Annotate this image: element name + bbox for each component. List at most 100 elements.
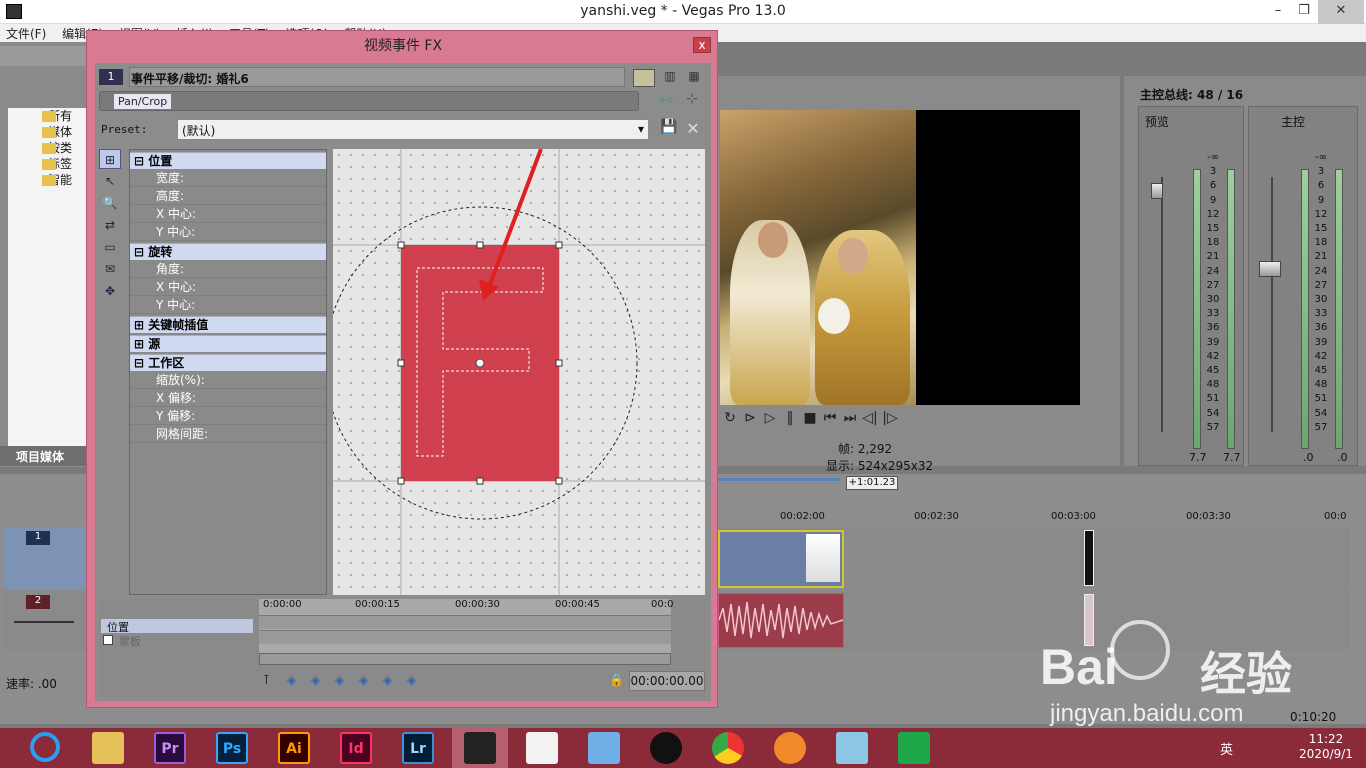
meter-scale-tick: 39 (1314, 336, 1328, 348)
keyframe-row (259, 615, 671, 629)
meter-scale-tick: 54 (1206, 407, 1220, 419)
property-y-center[interactable]: Y 中心: (130, 223, 326, 241)
photoshop-icon[interactable]: Ps (216, 732, 248, 764)
layout-grid-icon[interactable]: ▦ (683, 69, 705, 87)
play-icon[interactable]: ▷ (760, 410, 780, 426)
system-clock[interactable]: 11:22 2020/9/1 (1296, 732, 1356, 762)
illustrator-icon[interactable]: Ai (278, 732, 310, 764)
tree-item[interactable]: 智能 (8, 172, 92, 188)
tree-item[interactable]: 媒体 (8, 124, 92, 140)
loop-icon[interactable]: ↻ (720, 410, 740, 426)
property-rot-x-center[interactable]: X 中心: (130, 278, 326, 296)
tree-item[interactable]: 标签 (8, 156, 92, 172)
master-fader[interactable] (1259, 261, 1281, 277)
normal-edit-icon[interactable]: ↖ (99, 171, 121, 191)
next-frame-icon[interactable]: |▷ (880, 410, 900, 426)
volume-slider[interactable] (14, 621, 74, 623)
property-zoom[interactable]: 缩放(%): (130, 371, 326, 389)
meter-scale-tick: 33 (1206, 308, 1220, 320)
mask-checkbox[interactable] (103, 635, 113, 645)
section-workspace[interactable]: ⊟ 工作区 (130, 354, 326, 371)
indesign-icon[interactable]: Id (340, 732, 372, 764)
browser-360-icon[interactable] (30, 732, 60, 762)
last-keyframe-icon[interactable]: ◈ (407, 673, 416, 687)
qq-icon[interactable] (650, 732, 682, 764)
property-rot-y-center[interactable]: Y 中心: (130, 296, 326, 314)
delete-preset-icon[interactable]: ✕ (683, 119, 703, 139)
property-grid-spacing[interactable]: 网格间距: (130, 425, 326, 443)
track-position[interactable]: 位置 (101, 619, 253, 634)
keyframe-timeline[interactable]: 0:00:00 00:00:15 00:00:30 00:00:45 00:0 (259, 599, 673, 653)
pause-icon[interactable]: ‖ (780, 410, 800, 426)
save-preset-icon[interactable]: 💾 (659, 119, 679, 139)
premiere-icon[interactable]: Pr (154, 732, 186, 764)
layout-single-icon[interactable] (633, 69, 655, 87)
add-keyframe-icon[interactable]: ◈ (335, 673, 344, 687)
tree-item[interactable]: 所有 (8, 108, 92, 124)
meter-scale-tick: 36 (1206, 322, 1220, 334)
section-rotation[interactable]: ⊟ 旋转 (130, 243, 326, 260)
sync-cursor-icon[interactable]: ⊺ (263, 673, 270, 688)
delete-keyframe-icon[interactable]: ◈ (359, 673, 368, 687)
section-source[interactable]: ⊞ 源 (130, 335, 326, 352)
property-angle[interactable]: 角度: (130, 260, 326, 278)
fx-chain-number[interactable]: 1 (99, 69, 123, 85)
media-tree: 所有 媒体 按类 标签 智能 (8, 108, 92, 448)
track-mask[interactable]: 蒙板 (101, 633, 253, 648)
play-from-start-icon[interactable]: ⊳ (740, 410, 760, 426)
menu-file[interactable]: 文件(F) (0, 24, 52, 43)
app-icon[interactable] (836, 732, 868, 764)
first-keyframe-icon[interactable]: ◈ (287, 673, 296, 687)
audio-track-header[interactable]: 2 (4, 591, 88, 651)
move-freely-icon[interactable]: ✥ (99, 281, 121, 301)
show-properties-icon[interactable]: ⊞ (99, 149, 121, 169)
file-explorer-icon[interactable] (92, 732, 124, 764)
video-clip[interactable] (718, 530, 844, 588)
scale-about-center-icon[interactable]: ✉ (99, 259, 121, 279)
property-height[interactable]: 高度: (130, 187, 326, 205)
audio-clip[interactable] (718, 593, 844, 648)
property-x-offset[interactable]: X 偏移: (130, 389, 326, 407)
preview-channel: 预览 -∞ 3 6 9 12 15 18 21 24 27 30 33 36 39 42 45 48 51 54 57… (1138, 106, 1244, 466)
lock-aspect-icon[interactable]: ▭ (99, 237, 121, 257)
zoom-icon[interactable]: 🔍 (99, 193, 121, 213)
app-icon[interactable] (526, 732, 558, 764)
app-icon[interactable] (588, 732, 620, 764)
preset-dropdown[interactable]: (默认) ▾ (177, 119, 649, 140)
app-icon[interactable] (898, 732, 930, 764)
meter-scale-tick: 51 (1206, 393, 1220, 405)
section-position[interactable]: ⊟ 位置 (130, 152, 326, 169)
keyframe-scrollbar[interactable] (259, 653, 671, 665)
next-keyframe-icon[interactable]: ◈ (383, 673, 392, 687)
property-y-offset[interactable]: Y 偏移: (130, 407, 326, 425)
chrome-icon[interactable] (712, 732, 744, 764)
app-icon[interactable] (774, 732, 806, 764)
plugin-chain-icon[interactable]: ⧟ (655, 91, 677, 111)
preview-fader[interactable] (1151, 183, 1163, 199)
property-x-center[interactable]: X 中心: (130, 205, 326, 223)
tree-item[interactable]: 按类 (8, 140, 92, 156)
go-to-start-icon[interactable]: ⏮ (820, 410, 840, 426)
go-to-end-icon[interactable]: ⏭ (840, 410, 860, 426)
prev-keyframe-icon[interactable]: ◈ (311, 673, 320, 687)
stop-icon[interactable]: ■ (800, 410, 820, 426)
dialog-close-button[interactable]: x (693, 37, 711, 53)
pan-crop-plugin[interactable]: Pan/Crop (114, 94, 172, 109)
keyframe-row (259, 630, 671, 644)
ime-indicator[interactable]: 英 (1220, 739, 1233, 758)
keyframe-time[interactable]: 00:00:00.00 (629, 671, 705, 691)
timeline-ruler[interactable]: 00:02:00 00:02:30 00:03:00 00:03:30 00:0 (716, 505, 1350, 527)
close-button[interactable]: ✕ (1318, 0, 1364, 24)
lock-icon[interactable]: 🔒 (609, 673, 624, 687)
tab-project-media[interactable]: 项目媒体 (0, 446, 90, 466)
property-width[interactable]: 宽度: (130, 169, 326, 187)
lightroom-icon[interactable]: Lr (402, 732, 434, 764)
layout-split-icon[interactable]: ▥ (659, 69, 681, 87)
event-marker[interactable] (1084, 530, 1094, 586)
plugin-remove-icon[interactable]: ⊹ (681, 91, 703, 111)
video-track-header[interactable]: 1 (4, 527, 88, 589)
section-keyframe-interpolation[interactable]: ⊞ 关键帧插值 (130, 316, 326, 333)
previous-frame-icon[interactable]: ◁| (860, 410, 880, 426)
pan-crop-workspace[interactable] (324, 148, 705, 595)
snap-icon[interactable]: ⇄ (99, 215, 121, 235)
